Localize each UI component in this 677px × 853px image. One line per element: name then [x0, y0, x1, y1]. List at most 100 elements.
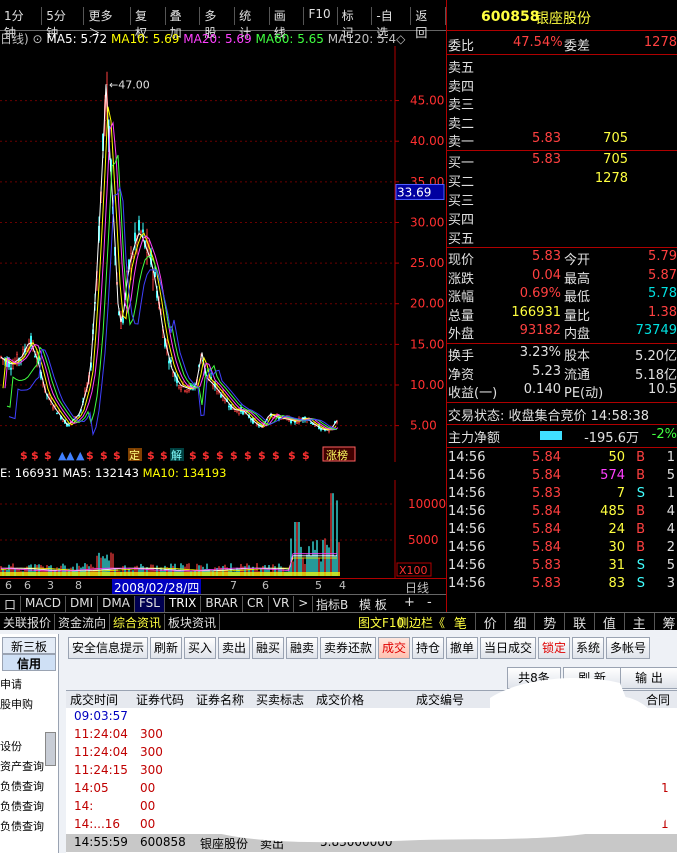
period-item-3[interactable]: 复权 — [131, 7, 166, 40]
tick-price: 5.84 — [532, 468, 561, 483]
minus-button[interactable]: - — [427, 595, 432, 610]
candle-body — [52, 406, 54, 409]
sidebar-toggle[interactable]: 侧边栏《 — [397, 614, 445, 631]
event-marker[interactable]: $ — [160, 449, 168, 462]
event-marker[interactable]: $ — [288, 449, 296, 462]
trading-menu-item[interactable]: 资产查询 — [0, 758, 44, 774]
indicator-tab-dma[interactable]: DMA — [98, 596, 135, 613]
indicator-tab-fsl[interactable]: FSL — [134, 596, 165, 613]
trading-menu-item[interactable]: 股申购 — [0, 696, 33, 712]
period-item-1[interactable]: 5分钟 — [42, 7, 85, 40]
toolbar-button-2[interactable]: 买入 — [184, 637, 217, 659]
candle-body — [228, 405, 230, 408]
toolbar-button-11[interactable]: 锁定 — [538, 637, 571, 659]
sidebar-scrollbar[interactable] — [45, 732, 56, 766]
zhangbang-marker[interactable]: 涨榜 — [326, 448, 348, 462]
volume-bar — [290, 538, 292, 576]
event-marker[interactable]: $ — [202, 449, 210, 462]
info-tab-0[interactable]: 关联报价 — [0, 614, 56, 631]
event-marker[interactable]: $ — [20, 449, 28, 462]
event-marker[interactable]: ▲ — [66, 449, 75, 462]
plus-button[interactable]: + — [404, 595, 415, 610]
stat-label: PE(动) — [564, 386, 604, 402]
period-item-11[interactable]: 返回 — [411, 7, 447, 40]
info-tab-1[interactable]: 资金流向 — [55, 614, 111, 631]
event-marker[interactable]: $ — [216, 449, 224, 462]
event-marker[interactable]: $ — [244, 449, 252, 462]
tick-volume: 31 — [608, 558, 625, 573]
info-tabs: 关联报价 资金流向 综合资讯 板块资讯 图文F10 侧边栏《 — [0, 612, 446, 631]
toolbar-button-9[interactable]: 撤单 — [446, 637, 479, 659]
period-label: 日线) — [0, 32, 29, 46]
trading-menu-item[interactable]: 负债查询 — [0, 778, 44, 794]
indicator-tab-dmi[interactable]: DMI — [66, 596, 99, 613]
stat-label: 股本 — [564, 349, 591, 364]
trading-menu-item[interactable]: 设份 — [0, 738, 22, 754]
event-marker[interactable]: $ — [230, 449, 238, 462]
toolbar-button-12[interactable]: 系统 — [572, 637, 605, 659]
indicator-tab-cr[interactable]: CR — [243, 596, 269, 613]
column-header[interactable]: 成交时间 — [70, 691, 118, 708]
toolbar-button-3[interactable]: 卖出 — [218, 637, 251, 659]
tab-credit[interactable]: 信用 — [2, 654, 56, 671]
volume-chart[interactable]: 10000 5000 X100 — [0, 480, 446, 578]
info-tab-2[interactable]: 综合资讯 — [110, 614, 166, 631]
indicator-tab-vr[interactable]: VR — [269, 596, 295, 613]
event-marker[interactable]: $ — [258, 449, 266, 462]
event-marker[interactable]: $ — [44, 449, 52, 462]
event-marker[interactable]: ▲ — [76, 449, 85, 462]
trade-status-row: 交易状态: 收盘集合竞价 14:58:38 — [446, 405, 677, 424]
toolbar-button-8[interactable]: 持仓 — [412, 637, 445, 659]
tick-price: 5.84 — [532, 504, 561, 519]
trading-menu-item[interactable]: 申请 — [0, 676, 22, 692]
toolbar-button-1[interactable]: 刷新 — [150, 637, 183, 659]
period-item-10[interactable]: -自选 — [372, 7, 412, 40]
period-item-4[interactable]: 叠加 — [166, 7, 201, 40]
toolbar-button-5[interactable]: 融卖 — [286, 637, 319, 659]
indicator-b-tab[interactable]: 指标B — [316, 596, 348, 613]
period-item-6[interactable]: 统计 — [235, 7, 270, 40]
template-tab[interactable]: 模 板 — [359, 596, 387, 613]
stat-value: 5.18亿 — [635, 367, 677, 383]
toolbar-button-0[interactable]: 安全信息提示 — [68, 637, 149, 659]
period-item-0[interactable]: 1分钟 — [0, 7, 43, 40]
kline-chart[interactable]: 45.0040.0035.0030.0025.0020.0015.0010.00… — [0, 46, 446, 462]
period-item-7[interactable]: 画线 — [270, 7, 305, 40]
event-marker[interactable]: $ — [147, 449, 155, 462]
indicator-tab-trix[interactable]: TRIX — [165, 596, 202, 613]
indicator-tab-macd[interactable]: MACD — [21, 596, 66, 613]
event-marker[interactable]: $ — [100, 449, 108, 462]
indicator-tab-口[interactable]: 口 — [0, 596, 22, 613]
sell-row: 卖二 — [446, 113, 677, 132]
tab-xinsanban[interactable]: 新三板 — [2, 637, 56, 654]
ma10-label: MA10: 5.69 — [111, 32, 180, 46]
jie-marker[interactable]: 解 — [171, 448, 182, 462]
period-item-9[interactable]: 标记 — [338, 7, 373, 40]
toolbar-button-6[interactable]: 卖券还款 — [320, 637, 377, 659]
period-item-8[interactable]: F10 — [304, 7, 338, 25]
period-item-2[interactable]: 更多＞ — [84, 7, 131, 40]
indicator-tab-brar[interactable]: BRAR — [201, 596, 244, 613]
dropdown-icon[interactable]: ⊙ — [33, 32, 43, 46]
ding-marker[interactable]: 定 — [129, 448, 140, 462]
event-marker[interactable]: $ — [31, 449, 39, 462]
trading-menu-item[interactable]: 负债查询 — [0, 798, 44, 814]
event-marker[interactable]: $ — [272, 449, 280, 462]
event-marker[interactable]: $ — [113, 449, 121, 462]
indicator-tab->[interactable]: > — [294, 596, 314, 613]
toolbar-button-13[interactable]: 多帐号 — [606, 637, 651, 659]
tick-price: 5.83 — [532, 576, 561, 591]
event-marker[interactable]: $ — [189, 449, 197, 462]
toolbar-button-10[interactable]: 当日成交 — [480, 637, 537, 659]
event-marker[interactable]: $ — [86, 449, 94, 462]
sell-label: 卖三 — [448, 98, 475, 113]
tick-direction: B — [636, 450, 645, 465]
toolbar-button-7[interactable]: 成交 — [378, 637, 411, 659]
period-item-5[interactable]: 多股 — [200, 7, 236, 40]
toolbar-button-4[interactable]: 融买 — [252, 637, 285, 659]
info-tab-3[interactable]: 板块资讯 — [165, 614, 221, 631]
event-marker[interactable]: $ — [302, 449, 310, 462]
trading-menu-item[interactable]: 负债查询 — [0, 818, 44, 834]
candle-body — [138, 220, 140, 231]
tick-direction: S — [636, 558, 645, 573]
